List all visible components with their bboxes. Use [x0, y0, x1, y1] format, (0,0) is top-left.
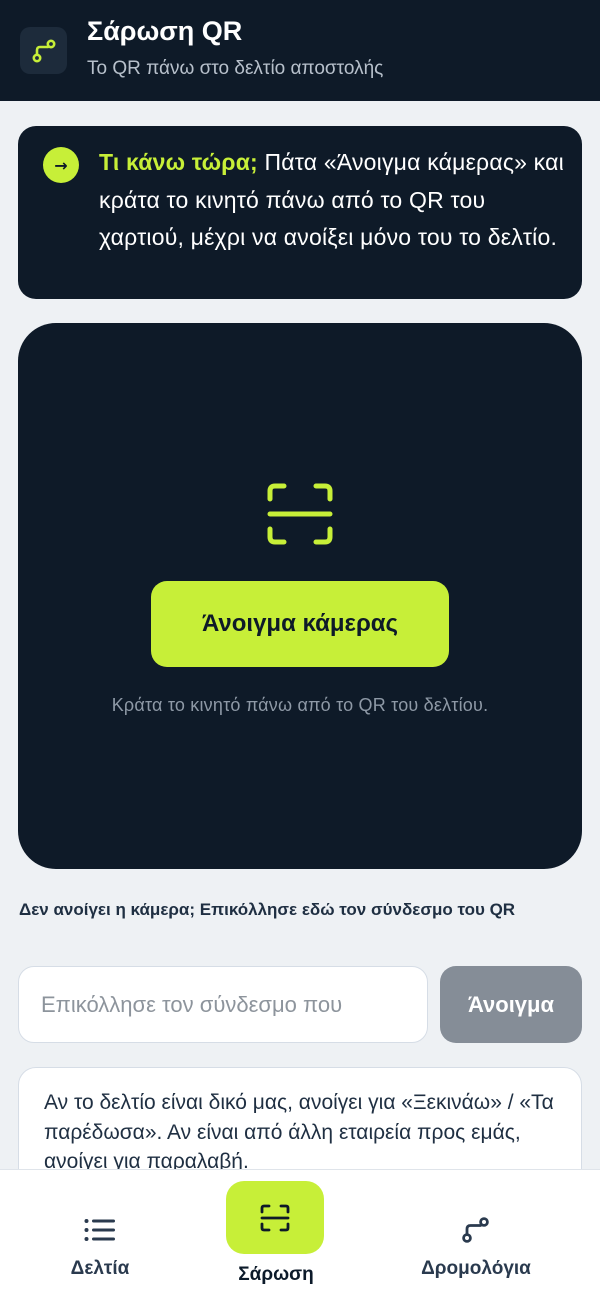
tab-routes-label: Δρομολόγια [421, 1258, 531, 1279]
page-subtitle: Το QR πάνω στο δελτίο αποστολής [87, 58, 384, 79]
scanner-hint: Κράτα το κινητό πάνω από το QR του δελτί… [111, 695, 489, 715]
app-logo [20, 27, 67, 74]
route-icon [462, 1217, 489, 1243]
scan-frame-icon [267, 483, 333, 545]
paste-link-input[interactable] [18, 966, 428, 1043]
instructions-lead: Τι κάνω τώρα; [99, 149, 258, 175]
arrow-right-icon: → [43, 147, 79, 183]
tab-scan[interactable]: Σάρωση [210, 1170, 342, 1298]
scan-icon [260, 1204, 290, 1231]
page-title: Σάρωση QR [87, 16, 243, 46]
tab-scan-highlight [226, 1181, 324, 1254]
instructions-card: → Τι κάνω τώρα; Πάτα «Άνοιγμα κάμερας» κ… [18, 126, 582, 299]
list-icon [84, 1219, 115, 1241]
open-link-button[interactable]: Άνοιγμα [440, 966, 582, 1043]
tab-deltia-label: Δελτία [70, 1258, 130, 1279]
app-header: Σάρωση QR Το QR πάνω στο δελτίο αποστολή… [0, 0, 600, 101]
scanner-panel: Άνοιγμα κάμερας Κράτα το κινητό πάνω από… [18, 323, 582, 869]
tab-deltia[interactable]: Δελτία [40, 1170, 160, 1298]
instructions-text: Τι κάνω τώρα; Πάτα «Άνοιγμα κάμερας» και… [99, 144, 564, 257]
tab-routes[interactable]: Δρομολόγια [405, 1170, 547, 1298]
bottom-tab-bar: Δελτία Σάρωση Δρομολόγια [0, 1169, 600, 1298]
open-camera-button[interactable]: Άνοιγμα κάμερας [151, 581, 449, 667]
tab-scan-label: Σάρωση [238, 1264, 314, 1285]
route-icon [31, 38, 55, 62]
info-note-text: Αν το δελτίο είναι δικό μας, ανοίγει για… [44, 1091, 554, 1173]
paste-link-label: Δεν ανοίγει η κάμερα; Επικόλλησε εδώ τον… [19, 900, 516, 919]
